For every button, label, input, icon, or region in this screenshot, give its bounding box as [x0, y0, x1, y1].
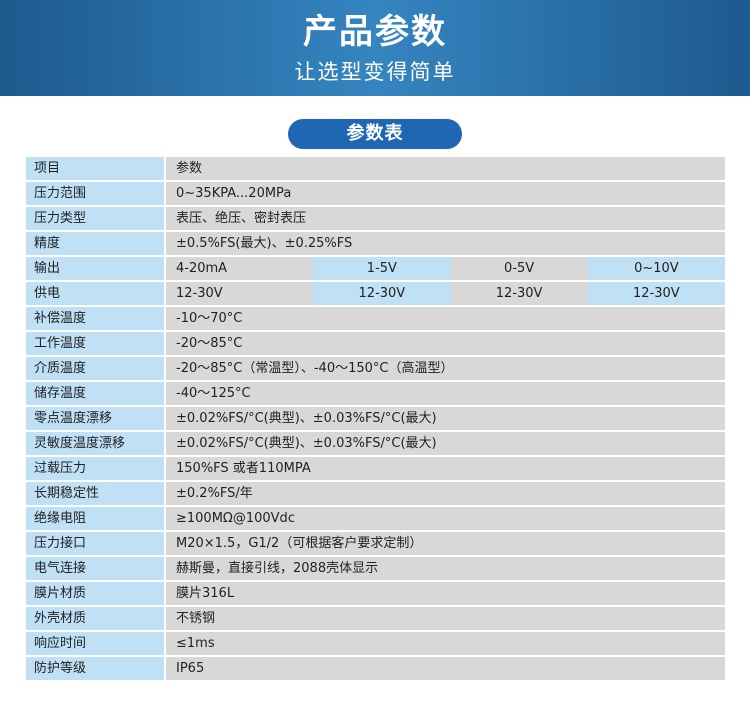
- row-label: 过载压力: [26, 457, 164, 480]
- row-value: IP65: [166, 657, 725, 680]
- row-value: -20～85°C（常温型）、-40～150°C（高温型）: [166, 357, 725, 380]
- table-row: 压力类型 表压、绝压、密封表压: [26, 207, 725, 230]
- table-row: 压力范围 0~35KPA...20MPa: [26, 182, 725, 205]
- row-value: ±0.5%FS(最大)、±0.25%FS: [166, 232, 725, 255]
- header-banner: 产品参数 让选型变得简单: [0, 0, 750, 96]
- page-subtitle: 让选型变得简单: [294, 60, 456, 84]
- table-row: 项目 参数: [26, 157, 725, 180]
- row-cell: 0~10V: [587, 257, 725, 280]
- row-label: 补偿温度: [26, 307, 164, 330]
- row-label: 精度: [26, 232, 164, 255]
- row-value: ≤1ms: [166, 632, 725, 655]
- table-row: 长期稳定性 ±0.2%FS/年: [26, 482, 725, 505]
- row-label: 介质温度: [26, 357, 164, 380]
- table-row-power: 供电 12-30V 12-30V 12-30V 12-30V: [26, 282, 725, 305]
- table-row: 响应时间 ≤1ms: [26, 632, 725, 655]
- row-label: 输出: [26, 257, 164, 280]
- row-label: 压力接口: [26, 532, 164, 555]
- row-cells: 4-20mA 1-5V 0-5V 0~10V: [166, 257, 725, 280]
- row-value: 0~35KPA...20MPa: [166, 182, 725, 205]
- row-label: 压力范围: [26, 182, 164, 205]
- row-label: 长期稳定性: [26, 482, 164, 505]
- row-label: 供电: [26, 282, 164, 305]
- row-label: 膜片材质: [26, 582, 164, 605]
- table-row: 储存温度 -40～125°C: [26, 382, 725, 405]
- row-label: 响应时间: [26, 632, 164, 655]
- row-value: 膜片316L: [166, 582, 725, 605]
- row-value: 150%FS 或者110MPA: [166, 457, 725, 480]
- row-label: 防护等级: [26, 657, 164, 680]
- table-row: 精度 ±0.5%FS(最大)、±0.25%FS: [26, 232, 725, 255]
- row-value: 赫斯曼，直接引线，2088壳体显示: [166, 557, 725, 580]
- row-label: 电气连接: [26, 557, 164, 580]
- row-value: ±0.02%FS/°C(典型)、±0.03%FS/°C(最大): [166, 432, 725, 455]
- table-row: 绝缘电阻 ≥100MΩ@100Vdc: [26, 507, 725, 530]
- row-cell: 12-30V: [587, 282, 725, 305]
- page-title: 产品参数: [303, 12, 447, 52]
- row-value: 表压、绝压、密封表压: [166, 207, 725, 230]
- table-row: 外壳材质 不锈钢: [26, 607, 725, 630]
- row-label: 压力类型: [26, 207, 164, 230]
- row-label: 绝缘电阻: [26, 507, 164, 530]
- row-cell: 12-30V: [450, 282, 588, 305]
- row-value: ≥100MΩ@100Vdc: [166, 507, 725, 530]
- table-row: 工作温度 -20～85°C: [26, 332, 725, 355]
- table-row: 膜片材质 膜片316L: [26, 582, 725, 605]
- row-label: 储存温度: [26, 382, 164, 405]
- row-value: -40～125°C: [166, 382, 725, 405]
- row-label: 工作温度: [26, 332, 164, 355]
- table-row: 压力接口 M20×1.5，G1/2（可根据客户要求定制）: [26, 532, 725, 555]
- section-title: 参数表: [288, 119, 462, 149]
- table-row-output: 输出 4-20mA 1-5V 0-5V 0~10V: [26, 257, 725, 280]
- row-label: 灵敏度温度漂移: [26, 432, 164, 455]
- spec-table: 项目 参数 压力范围 0~35KPA...20MPa 压力类型 表压、绝压、密封…: [26, 157, 725, 682]
- row-label: 外壳材质: [26, 607, 164, 630]
- row-value: -20～85°C: [166, 332, 725, 355]
- row-value: M20×1.5，G1/2（可根据客户要求定制）: [166, 532, 725, 555]
- table-row: 介质温度 -20～85°C（常温型）、-40～150°C（高温型）: [26, 357, 725, 380]
- row-cells: 12-30V 12-30V 12-30V 12-30V: [166, 282, 725, 305]
- row-cell: 1-5V: [313, 257, 451, 280]
- table-row: 过载压力 150%FS 或者110MPA: [26, 457, 725, 480]
- table-row: 灵敏度温度漂移 ±0.02%FS/°C(典型)、±0.03%FS/°C(最大): [26, 432, 725, 455]
- table-row: 补偿温度 -10～70°C: [26, 307, 725, 330]
- row-value: 不锈钢: [166, 607, 725, 630]
- row-value: -10～70°C: [166, 307, 725, 330]
- row-value: 参数: [166, 157, 725, 180]
- row-value: ±0.2%FS/年: [166, 482, 725, 505]
- row-cell: 12-30V: [166, 282, 314, 305]
- row-label: 零点温度漂移: [26, 407, 164, 430]
- table-row: 电气连接 赫斯曼，直接引线，2088壳体显示: [26, 557, 725, 580]
- row-cell: 12-30V: [313, 282, 451, 305]
- row-cell: 0-5V: [450, 257, 588, 280]
- row-value: ±0.02%FS/°C(典型)、±0.03%FS/°C(最大): [166, 407, 725, 430]
- row-label: 项目: [26, 157, 164, 180]
- row-cell: 4-20mA: [166, 257, 314, 280]
- table-row: 零点温度漂移 ±0.02%FS/°C(典型)、±0.03%FS/°C(最大): [26, 407, 725, 430]
- table-row: 防护等级 IP65: [26, 657, 725, 680]
